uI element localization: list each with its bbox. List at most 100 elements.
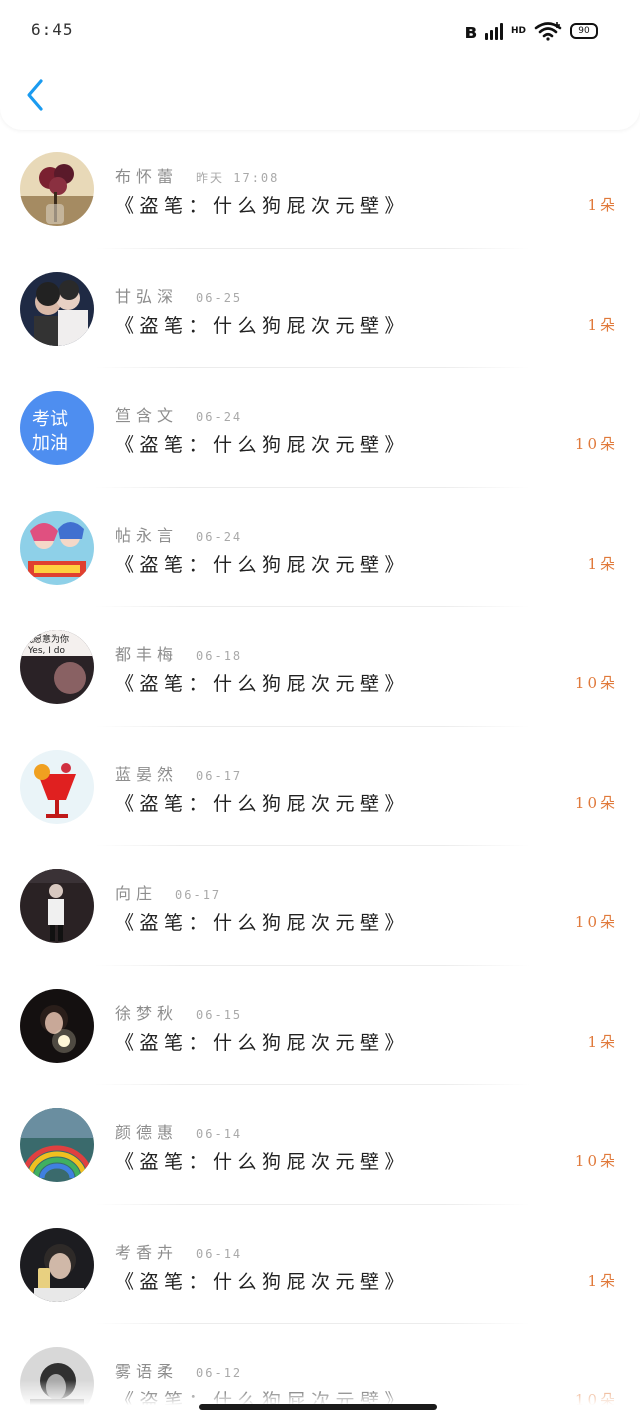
name-line: 雾语柔 06-12	[115, 1358, 242, 1382]
user-name: 甘弘深	[115, 286, 179, 306]
name-line: 都丰梅 06-18	[115, 641, 242, 665]
name-line: 考香卉 06-14	[115, 1239, 242, 1263]
svg-text:Yes, I do: Yes, I do	[27, 646, 65, 656]
user-name: 笪含文	[115, 406, 179, 425]
avatar-image: 考试加油	[20, 391, 94, 465]
divider	[95, 964, 530, 966]
book-title: 《盗笔：什么狗屁次元壁》	[115, 792, 410, 815]
network-type-label: HD	[510, 25, 526, 36]
divider	[95, 1323, 530, 1324]
divider	[95, 367, 530, 368]
status-time: 6:45	[31, 20, 74, 39]
user-name: 都丰梅	[115, 645, 179, 664]
gift-date: 06-17	[175, 888, 222, 902]
list-item[interactable]: 考试 加油 笪含文 06-24 《盗笔：什么狗屁次元壁》 10朵	[0, 382, 640, 502]
gift-date: 06-14	[196, 1246, 243, 1261]
flower-count: 1朵	[587, 1271, 618, 1290]
list-item[interactable]: 帖永言 06-24 《盗笔：什么狗屁次元壁》 1朵	[0, 502, 640, 622]
name-line: 布怀蕾 昨天 17:08	[115, 163, 279, 187]
divider	[95, 845, 530, 846]
divider	[95, 606, 530, 607]
gift-date: 06-24	[196, 410, 243, 424]
avatar-boy-phone[interactable]	[20, 1227, 94, 1302]
svg-text:我愿意为你: 我愿意为你	[24, 633, 69, 645]
list-item[interactable]: 徐梦秋 06-15 《盗笔：什么狗屁次元壁》 1朵	[0, 980, 640, 1100]
avatar-girl-light[interactable]	[20, 988, 94, 1063]
gift-date: 06-15	[196, 1007, 243, 1022]
avatar-image	[20, 1108, 94, 1182]
header: 6:45 ʙ HD 90	[0, 0, 640, 130]
name-line: 徐梦秋 06-15	[115, 1000, 242, 1024]
gift-date: 06-18	[196, 649, 243, 663]
avatar-image	[20, 988, 94, 1063]
chevron-left-icon	[27, 79, 43, 111]
list-item[interactable]: 考香卉 06-14 《盗笔：什么狗屁次元壁》 1朵	[0, 1219, 640, 1339]
avatar-couple[interactable]	[20, 271, 94, 346]
list-item[interactable]: 向庄 06-17 《盗笔：什么狗屁次元壁》 10朵	[0, 860, 640, 980]
avatar-drink[interactable]	[20, 749, 94, 824]
avatar-yes-i-do[interactable]: 我愿意为你 Yes, I do	[20, 630, 94, 704]
name-line: 甘弘深 06-25	[115, 283, 242, 307]
flower-count: 10朵	[574, 435, 618, 453]
book-title: 《盗笔：什么狗屁次元壁》	[115, 673, 410, 695]
back-button[interactable]	[20, 76, 50, 114]
avatar-image	[20, 271, 94, 346]
user-name: 徐梦秋	[115, 1003, 179, 1023]
user-name: 雾语柔	[115, 1362, 179, 1381]
name-line: 蓝晏然 06-17	[115, 761, 242, 785]
divider	[95, 1084, 530, 1085]
name-line: 笪含文 06-24	[115, 402, 242, 426]
avatar-image	[20, 869, 94, 943]
gift-date: 06-24	[196, 529, 243, 544]
user-name: 颜德惠	[115, 1123, 179, 1142]
user-name: 蓝晏然	[115, 764, 179, 784]
bluetooth-icon: ʙ	[464, 19, 477, 43]
divider	[95, 1203, 530, 1205]
avatar-roses[interactable]	[20, 152, 94, 226]
gift-date: 06-25	[196, 290, 243, 305]
bottom-fade	[0, 1380, 640, 1422]
list-item[interactable]: 颜德惠 06-14 《盗笔：什么狗屁次元壁》 10朵	[0, 1099, 640, 1219]
home-indicator[interactable]	[199, 1404, 437, 1410]
book-title: 《盗笔：什么狗屁次元壁》	[115, 314, 410, 337]
avatar-image: 我愿意为你Yes, I do	[20, 630, 94, 704]
user-name: 布怀蕾	[115, 167, 179, 186]
avatar-anime[interactable]	[20, 510, 94, 585]
flower-count: 1朵	[587, 1032, 618, 1051]
book-title: 《盗笔：什么狗屁次元壁》	[115, 1031, 410, 1054]
name-line: 向庄 06-17	[115, 880, 221, 904]
book-title: 《盗笔：什么狗屁次元壁》	[115, 434, 410, 456]
list-item[interactable]: 甘弘深 06-25 《盗笔：什么狗屁次元壁》 1朵	[0, 263, 640, 383]
divider	[95, 247, 530, 249]
battery-icon: 90	[570, 23, 598, 39]
avatar-image	[20, 749, 94, 824]
flower-count: 10朵	[574, 913, 618, 931]
name-line: 帖永言 06-24	[115, 522, 242, 546]
avatar-rainbow[interactable]	[20, 1108, 94, 1182]
screen: 6:45 ʙ HD 90 布怀蕾 昨天 17:08 《盗笔：什么狗屁次元壁》 1…	[0, 0, 640, 1422]
avatar-image	[20, 1227, 94, 1302]
avatar-exam-cheer[interactable]: 考试 加油	[20, 391, 94, 465]
name-line: 颜德惠 06-14	[115, 1119, 242, 1143]
list-item[interactable]: 我愿意为你 Yes, I do 都丰梅 06-18 《盗笔：什么狗屁次元壁》 10…	[0, 621, 640, 741]
list-item[interactable]: 蓝晏然 06-17 《盗笔：什么狗屁次元壁》 10朵	[0, 741, 640, 861]
avatar-silhouette[interactable]	[20, 869, 94, 943]
gift-record-list: 布怀蕾 昨天 17:08 《盗笔：什么狗屁次元壁》 1朵 甘弘深 06-25 《…	[0, 143, 640, 1422]
gift-date: 昨天 17:08	[196, 171, 280, 185]
list-item[interactable]: 布怀蕾 昨天 17:08 《盗笔：什么狗屁次元壁》 1朵	[0, 143, 640, 263]
divider	[95, 486, 530, 488]
wifi-icon	[534, 22, 562, 41]
avatar-image	[20, 152, 94, 226]
flower-count: 10朵	[574, 674, 618, 692]
book-title: 《盗笔：什么狗屁次元壁》	[115, 1270, 410, 1293]
gift-date: 06-14	[196, 1127, 243, 1141]
divider	[95, 725, 530, 727]
gift-date: 06-17	[196, 768, 243, 783]
user-name: 考香卉	[115, 1242, 179, 1262]
gift-date: 06-12	[196, 1366, 243, 1380]
user-name: 向庄	[115, 884, 158, 903]
status-icons: ʙ HD 90	[464, 18, 598, 44]
book-title: 《盗笔：什么狗屁次元壁》	[115, 553, 410, 576]
status-bar: 6:45 ʙ HD 90	[0, 0, 640, 64]
book-title: 《盗笔：什么狗屁次元壁》	[115, 912, 410, 934]
